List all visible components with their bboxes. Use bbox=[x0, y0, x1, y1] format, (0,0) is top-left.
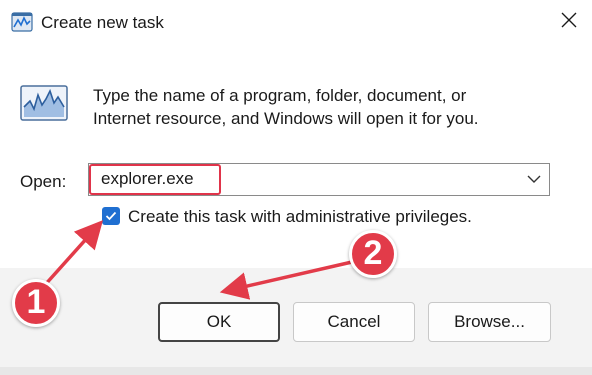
description: Type the name of a program, folder, docu… bbox=[93, 84, 563, 130]
window-title: Create new task bbox=[41, 13, 164, 32]
description-line-2: Internet resource, and Windows will open… bbox=[93, 109, 479, 128]
step-badge-2: 2 bbox=[349, 230, 397, 278]
cancel-button[interactable]: Cancel bbox=[293, 302, 415, 342]
admin-privileges-label[interactable]: Create this task with administrative pri… bbox=[128, 207, 472, 227]
task-manager-icon bbox=[11, 11, 33, 33]
open-input-value[interactable]: explorer.exe bbox=[89, 164, 221, 195]
background-window-strip bbox=[0, 367, 592, 375]
description-line-1: Type the name of a program, folder, docu… bbox=[93, 86, 467, 105]
open-label: Open: bbox=[20, 172, 67, 191]
browse-button[interactable]: Browse... bbox=[428, 302, 551, 342]
close-icon bbox=[561, 12, 577, 28]
run-program-icon bbox=[20, 85, 68, 121]
create-new-task-dialog: Create new task Type the name of a progr… bbox=[0, 0, 592, 375]
chevron-down-icon[interactable] bbox=[527, 174, 541, 184]
title-bar: Create new task bbox=[0, 0, 592, 46]
checkmark-icon bbox=[105, 211, 117, 221]
admin-privileges-checkbox[interactable] bbox=[102, 207, 120, 225]
step-badge-1: 1 bbox=[12, 279, 60, 327]
ok-button[interactable]: OK bbox=[158, 302, 280, 342]
close-button[interactable] bbox=[546, 0, 592, 40]
open-combobox[interactable]: explorer.exe bbox=[88, 163, 550, 196]
